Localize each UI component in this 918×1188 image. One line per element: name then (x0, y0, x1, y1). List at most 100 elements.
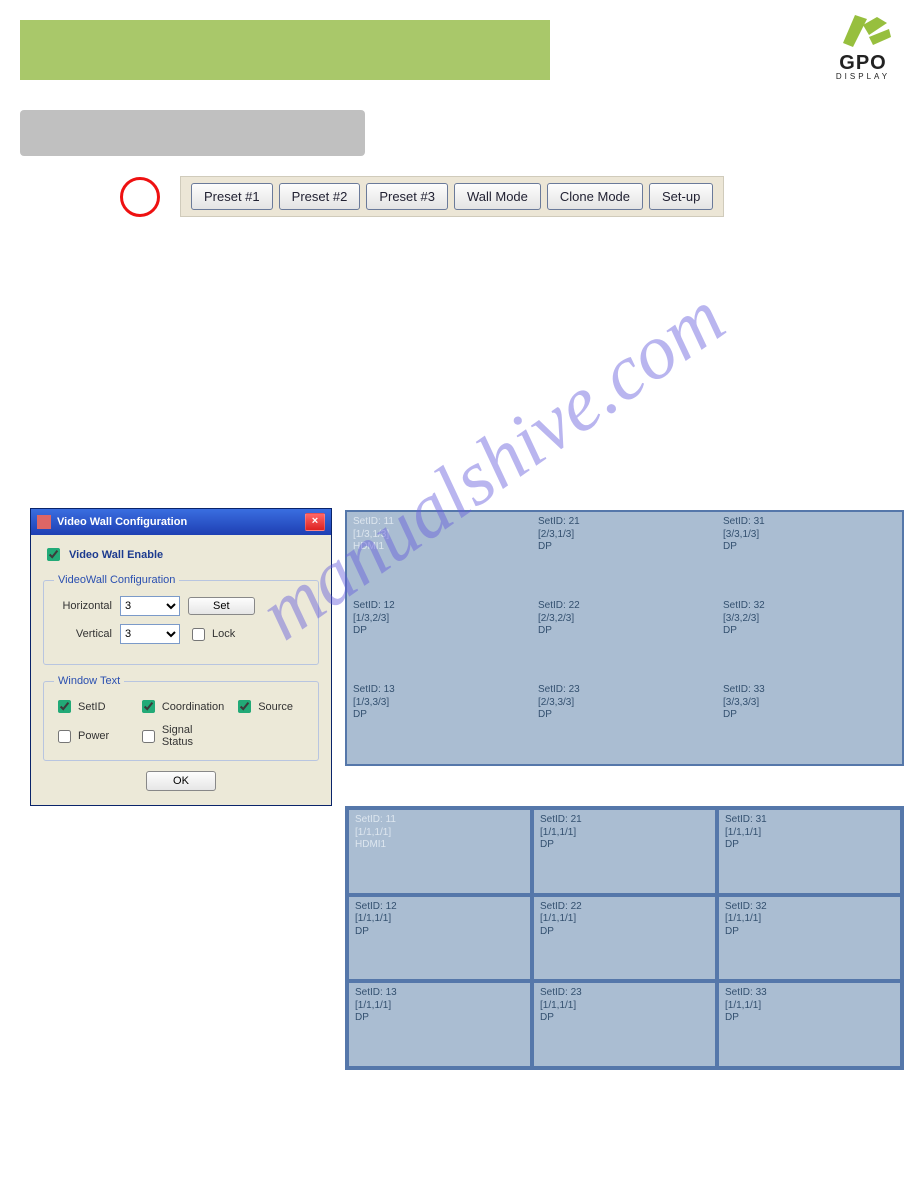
wall-cell[interactable]: SetID: 33[1/1,1/1]DP (717, 981, 902, 1068)
wall-cell[interactable]: SetID: 21[1/1,1/1]DP (532, 808, 717, 895)
cell-coord: [3/3,2/3] (723, 613, 896, 626)
cell-source: DP (725, 926, 894, 939)
wall-cell[interactable]: SetID: 23[2/3,3/3]DP (532, 680, 717, 764)
cell-setid: SetID: 13 (355, 987, 524, 1000)
preset2-button[interactable]: Preset #2 (279, 183, 361, 210)
power-checkbox-input[interactable] (58, 730, 71, 743)
signal-status-checkbox-input[interactable] (142, 730, 155, 743)
enable-checkbox-input[interactable] (47, 548, 60, 561)
vertical-select[interactable]: 3 (120, 624, 180, 644)
source-checkbox-input[interactable] (238, 700, 251, 713)
setid-checkbox-input[interactable] (58, 700, 71, 713)
logo-text-main: GPO (833, 53, 893, 73)
cell-setid: SetID: 23 (538, 684, 711, 697)
wall-cell[interactable]: SetID: 13[1/3,3/3]DP (347, 680, 532, 764)
gpo-mark-icon (833, 15, 893, 53)
videowall-config-legend: VideoWall Configuration (54, 574, 179, 586)
enable-label: Video Wall Enable (69, 549, 163, 561)
wall-cell[interactable]: SetID: 32[1/1,1/1]DP (717, 895, 902, 982)
cell-source: DP (538, 541, 711, 554)
cell-source: DP (355, 926, 524, 939)
wall-cell[interactable]: SetID: 13[1/1,1/1]DP (347, 981, 532, 1068)
section-gray-bar (20, 110, 365, 156)
coordination-checkbox-input[interactable] (142, 700, 155, 713)
cell-setid: SetID: 33 (725, 987, 894, 1000)
lock-checkbox-input[interactable] (192, 628, 205, 641)
cell-setid: SetID: 23 (540, 987, 709, 1000)
cell-setid: SetID: 32 (725, 901, 894, 914)
source-checkbox[interactable]: Source (234, 697, 308, 716)
video-wall-enable-checkbox[interactable]: Video Wall Enable (43, 545, 319, 564)
cell-coord: [3/3,1/3] (723, 529, 896, 542)
cell-coord: [2/3,3/3] (538, 697, 711, 710)
wall-cell[interactable]: SetID: 11[1/3,1/3]HDMI1 (347, 512, 532, 596)
cell-setid: SetID: 13 (353, 684, 526, 697)
wallmode-grid: SetID: 11[1/3,1/3]HDMI1SetID: 21[2/3,1/3… (345, 510, 904, 766)
dialog-titlebar[interactable]: Video Wall Configuration × (31, 509, 331, 535)
cell-coord: [1/1,1/1] (540, 913, 709, 926)
highlight-circle-icon (120, 177, 160, 217)
cell-setid: SetID: 11 (353, 516, 526, 529)
cell-source: DP (723, 709, 896, 722)
wall-cell[interactable]: SetID: 32[3/3,2/3]DP (717, 596, 902, 680)
set-button[interactable]: Set (188, 597, 255, 615)
dialog-body: Video Wall Enable VideoWall Configuratio… (31, 535, 331, 805)
close-button[interactable]: × (305, 513, 325, 531)
cell-coord: [1/1,1/1] (355, 913, 524, 926)
vertical-label: Vertical (54, 628, 112, 640)
cell-coord: [2/3,2/3] (538, 613, 711, 626)
setid-label: SetID (78, 701, 106, 713)
cell-source: DP (540, 1012, 709, 1025)
cell-setid: SetID: 32 (723, 600, 896, 613)
coordination-checkbox[interactable]: Coordination (138, 697, 224, 716)
signal-status-checkbox[interactable]: Signal Status (138, 724, 224, 748)
dialog-title: Video Wall Configuration (57, 516, 187, 528)
wallmode-button[interactable]: Wall Mode (454, 183, 541, 210)
wall-cell[interactable]: SetID: 12[1/3,2/3]DP (347, 596, 532, 680)
horizontal-select[interactable]: 3 (120, 596, 180, 616)
wall-cell[interactable]: SetID: 11[1/1,1/1]HDMI1 (347, 808, 532, 895)
window-icon (37, 515, 51, 529)
cell-source: DP (355, 1012, 524, 1025)
coordination-label: Coordination (162, 701, 224, 713)
wall-cell[interactable]: SetID: 22[2/3,2/3]DP (532, 596, 717, 680)
clonemode-button[interactable]: Clone Mode (547, 183, 643, 210)
cell-coord: [1/1,1/1] (540, 1000, 709, 1013)
cell-coord: [1/1,1/1] (725, 827, 894, 840)
wall-cell[interactable]: SetID: 12[1/1,1/1]DP (347, 895, 532, 982)
wall-cell[interactable]: SetID: 21[2/3,1/3]DP (532, 512, 717, 596)
preset-toolbar: Preset #1 Preset #2 Preset #3 Wall Mode … (180, 176, 724, 217)
cell-setid: SetID: 12 (355, 901, 524, 914)
video-wall-config-dialog: Video Wall Configuration × Video Wall En… (30, 508, 332, 806)
wall-cell[interactable]: SetID: 22[1/1,1/1]DP (532, 895, 717, 982)
wall-cell[interactable]: SetID: 23[1/1,1/1]DP (532, 981, 717, 1068)
wall-cell[interactable]: SetID: 33[3/3,3/3]DP (717, 680, 902, 764)
horizontal-label: Horizontal (54, 600, 112, 612)
cell-coord: [2/3,1/3] (538, 529, 711, 542)
preset1-button[interactable]: Preset #1 (191, 183, 273, 210)
lock-checkbox[interactable]: Lock (188, 625, 246, 644)
cell-coord: [1/1,1/1] (355, 1000, 524, 1013)
setup-button[interactable]: Set-up (649, 183, 713, 210)
cell-source: DP (353, 625, 526, 638)
cell-coord: [1/3,3/3] (353, 697, 526, 710)
cell-setid: SetID: 12 (353, 600, 526, 613)
ok-button[interactable]: OK (146, 771, 216, 791)
cell-setid: SetID: 21 (540, 814, 709, 827)
clonemode-grid: SetID: 11[1/1,1/1]HDMI1SetID: 21[1/1,1/1… (345, 806, 904, 1070)
toolbar-row: Preset #1 Preset #2 Preset #3 Wall Mode … (120, 176, 898, 217)
cell-coord: [1/1,1/1] (725, 1000, 894, 1013)
header-green-bar (20, 20, 550, 80)
wall-cell[interactable]: SetID: 31[1/1,1/1]DP (717, 808, 902, 895)
cell-coord: [1/3,1/3] (353, 529, 526, 542)
window-text-fieldset: Window Text SetID Coordination Source Po… (43, 675, 319, 761)
cell-setid: SetID: 11 (355, 814, 524, 827)
preset3-button[interactable]: Preset #3 (366, 183, 448, 210)
cell-source: DP (540, 839, 709, 852)
cell-coord: [3/3,3/3] (723, 697, 896, 710)
setid-checkbox[interactable]: SetID (54, 697, 128, 716)
window-text-legend: Window Text (54, 675, 124, 687)
wall-cell[interactable]: SetID: 31[3/3,1/3]DP (717, 512, 902, 596)
cell-coord: [1/1,1/1] (540, 827, 709, 840)
power-checkbox[interactable]: Power (54, 724, 128, 748)
